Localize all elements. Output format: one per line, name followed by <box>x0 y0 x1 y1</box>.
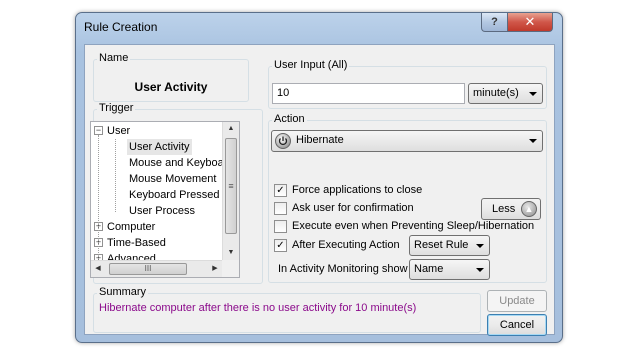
collapse-up-icon: ▲ <box>521 201 537 217</box>
tree-vertical-scrollbar[interactable]: ▲ ≡ ▼ <box>222 122 239 260</box>
after-executing-label: After Executing Action <box>292 239 400 251</box>
tree-node-label: User Process <box>129 205 196 217</box>
summary-text: Hibernate computer after there is no use… <box>99 302 417 314</box>
vertical-scroll-thumb[interactable]: ≡ <box>225 138 237 234</box>
scroll-up-icon[interactable]: ▲ <box>223 122 239 136</box>
trigger-tree[interactable]: − User User Activity Mouse and Keyboard … <box>90 121 240 278</box>
scroll-down-icon[interactable]: ▼ <box>223 246 239 260</box>
tree-node-label: Mouse and Keyboard <box>129 157 234 169</box>
tree-node-label: Computer <box>107 221 156 233</box>
tree-node-keyboard-pressed[interactable]: Keyboard Pressed <box>129 187 220 203</box>
action-dropdown[interactable]: Hibernate <box>271 130 543 152</box>
scroll-right-icon[interactable]: ▶ <box>208 261 222 277</box>
tree-node-label: Mouse Movement <box>129 173 217 185</box>
rule-creation-window: Rule Creation ? ✕ Name User Activity Tri… <box>75 12 563 343</box>
tree-node-label: Time-Based <box>107 237 166 249</box>
collapse-icon[interactable]: − <box>94 126 103 135</box>
tree-node-label: Keyboard Pressed <box>129 189 220 201</box>
scrollbar-corner <box>222 260 239 277</box>
update-button[interactable]: Update <box>487 290 547 312</box>
horizontal-scroll-thumb[interactable]: III <box>109 263 187 275</box>
execute-preventing-sleep-checkbox[interactable] <box>274 220 287 233</box>
scroll-left-icon[interactable]: ◀ <box>91 261 105 277</box>
tree-node-label: User <box>107 125 131 137</box>
tree-horizontal-scrollbar[interactable]: ◀ III ▶ <box>91 260 222 277</box>
tree-node-user-process[interactable]: User Process <box>129 203 195 219</box>
time-unit-value: minute(s) <box>473 87 519 99</box>
monitoring-label: In Activity Monitoring show <box>278 263 408 275</box>
ask-confirmation-checkbox[interactable] <box>274 202 287 215</box>
chevron-down-icon <box>476 268 484 272</box>
dialog-client-area: Name User Activity Trigger − User User A… <box>84 44 555 336</box>
chevron-down-icon <box>476 244 484 248</box>
chevron-down-icon <box>529 139 537 143</box>
execute-preventing-sleep-label: Execute even when Preventing Sleep/Hiber… <box>292 220 535 232</box>
less-button-label: Less <box>492 203 516 215</box>
less-button[interactable]: Less ▲ <box>481 198 541 220</box>
power-icon <box>275 133 291 149</box>
monitoring-value: Name <box>414 263 444 275</box>
close-button[interactable]: ✕ <box>507 13 553 32</box>
ask-confirmation-label: Ask user for confirmation <box>292 202 414 214</box>
trigger-group-label: Trigger <box>97 102 136 114</box>
tree-node-user-activity[interactable]: User Activity <box>127 139 192 155</box>
name-group-label: Name <box>97 52 131 64</box>
tree-guide-line <box>115 139 116 212</box>
force-close-label: Force applications to close <box>292 184 423 196</box>
summary-group-label: Summary <box>97 286 149 298</box>
force-close-checkbox[interactable]: ✓ <box>274 184 287 197</box>
user-input-group-label: User Input (All) <box>272 59 350 71</box>
after-action-dropdown[interactable]: Reset Rule <box>409 235 490 256</box>
after-executing-checkbox[interactable]: ✓ <box>274 239 287 252</box>
rule-name-value: User Activity <box>134 80 208 94</box>
help-button[interactable]: ? <box>481 13 508 32</box>
tree-node-mouse-and-keyboard[interactable]: Mouse and Keyboard <box>129 155 234 171</box>
action-value: Hibernate <box>296 134 344 146</box>
window-title: Rule Creation <box>84 20 158 34</box>
tree-guide-line <box>98 135 99 267</box>
monitoring-dropdown[interactable]: Name <box>409 259 490 280</box>
after-action-value: Reset Rule <box>414 239 469 251</box>
chevron-down-icon <box>529 92 537 96</box>
time-unit-dropdown[interactable]: minute(s) <box>468 83 543 104</box>
cancel-button[interactable]: Cancel <box>487 314 547 336</box>
user-input-field[interactable]: 10 <box>272 83 465 104</box>
tree-node-mouse-movement[interactable]: Mouse Movement <box>129 171 216 187</box>
tree-node-label: User Activity <box>129 141 190 153</box>
action-group-label: Action <box>272 113 307 125</box>
